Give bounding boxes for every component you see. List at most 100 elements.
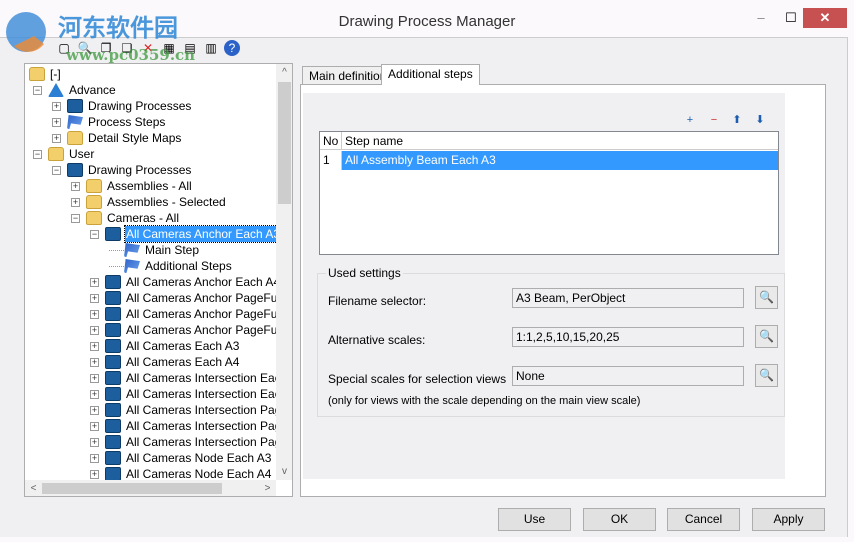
expand-icon[interactable]: +: [90, 437, 99, 447]
add-step-icon[interactable]: +: [683, 113, 697, 127]
proc-icon: [105, 307, 121, 321]
alternative-scales-field[interactable]: 1:1,2,5,10,15,20,25: [512, 327, 744, 347]
proc-icon: [105, 387, 121, 401]
additional-steps-panel: + − ⬆ ⬇ No Step name 1 All Assembly Beam…: [300, 84, 826, 497]
expand-icon[interactable]: +: [90, 389, 99, 399]
expand-icon[interactable]: +: [52, 101, 61, 111]
horizontal-scroll-thumb[interactable]: [42, 483, 222, 494]
grid-row[interactable]: 1 All Assembly Beam Each A3: [320, 151, 778, 170]
special-browse-button[interactable]: 🔍: [755, 364, 778, 387]
import-icon[interactable]: ▤: [182, 40, 198, 56]
expand-icon[interactable]: +: [71, 181, 80, 191]
process-icon[interactable]: ▦: [161, 40, 177, 56]
export-icon[interactable]: ▥: [203, 40, 219, 56]
tree-item[interactable]: + Assemblies - All: [71, 178, 193, 194]
tree-item[interactable]: + Detail Style Maps: [52, 130, 182, 146]
expand-icon[interactable]: +: [90, 453, 99, 463]
scales-browse-button[interactable]: 🔍: [755, 325, 778, 348]
tree-item[interactable]: + All Cameras Intersection PageFu: [90, 418, 292, 434]
cancel-button[interactable]: Cancel: [667, 508, 740, 531]
expand-icon[interactable]: +: [71, 197, 80, 207]
copy-icon[interactable]: ❐: [98, 40, 114, 56]
folder-icon: [86, 179, 102, 193]
help-icon[interactable]: ?: [224, 40, 240, 56]
maximize-button[interactable]: ☐: [776, 8, 806, 28]
expand-icon[interactable]: +: [90, 405, 99, 415]
preview-icon[interactable]: 🔍: [77, 40, 93, 56]
expand-icon[interactable]: +: [90, 309, 99, 319]
filename-browse-button[interactable]: 🔍: [755, 286, 778, 309]
new-icon[interactable]: ▢: [56, 40, 72, 56]
tree-item[interactable]: Main Step: [109, 242, 200, 258]
tree-item[interactable]: + Assemblies - Selected: [71, 194, 227, 210]
close-button[interactable]: ✕: [803, 8, 847, 28]
vertical-scroll-thumb[interactable]: [278, 82, 291, 204]
tree-item[interactable]: + All Cameras Intersection PageFu: [90, 434, 293, 450]
minimize-button[interactable]: –: [746, 8, 776, 28]
special-scales-field[interactable]: None: [512, 366, 744, 386]
expand-icon[interactable]: +: [90, 325, 99, 335]
tab-additional-steps[interactable]: Additional steps: [381, 64, 480, 85]
collapse-icon[interactable]: −: [90, 229, 99, 239]
ok-button[interactable]: OK: [583, 508, 656, 531]
proc-icon: [67, 99, 83, 113]
collapse-icon[interactable]: −: [33, 85, 42, 95]
expand-icon[interactable]: +: [90, 357, 99, 367]
tab-main-definition[interactable]: Main definition: [302, 66, 394, 84]
column-header-no[interactable]: No: [320, 132, 342, 150]
tree-item[interactable]: + All Cameras Intersection Each A: [90, 386, 292, 402]
expand-icon[interactable]: +: [52, 117, 61, 127]
tree-item[interactable]: + All Cameras Intersection PageFu: [90, 402, 292, 418]
tree-item[interactable]: − All Cameras Anchor Each A3: [90, 225, 283, 243]
steps-grid[interactable]: No Step name 1 All Assembly Beam Each A3: [319, 131, 779, 255]
move-down-icon[interactable]: ⬇: [753, 113, 767, 127]
move-up-icon[interactable]: ⬆: [730, 113, 744, 127]
tree-item-label: All Cameras Intersection PageFu: [126, 435, 293, 449]
use-button[interactable]: Use: [498, 508, 571, 531]
tree-item[interactable]: + Process Steps: [52, 114, 166, 130]
scroll-left-icon[interactable]: <: [25, 480, 42, 496]
tree-connector: [109, 265, 124, 267]
process-tree[interactable]: [-] − Advance + Drawing Processes + Process St…: [24, 63, 293, 497]
tree-item[interactable]: + Drawing Processes: [52, 98, 192, 114]
tree-item[interactable]: + All Cameras Intersection Each A: [90, 370, 292, 386]
scroll-down-icon[interactable]: v: [276, 463, 292, 480]
paste-icon[interactable]: ❏: [119, 40, 135, 56]
tree-item[interactable]: + All Cameras Anchor PageFull A1: [90, 306, 292, 322]
tree-item[interactable]: + All Cameras Anchor PageFull A0: [90, 290, 292, 306]
tree-item[interactable]: + All Cameras Each A4: [90, 354, 240, 370]
column-header-step-name[interactable]: Step name: [342, 132, 778, 150]
folder-icon: [67, 131, 83, 145]
expand-icon[interactable]: +: [90, 341, 99, 351]
expand-icon[interactable]: +: [90, 277, 99, 287]
tree-item[interactable]: Additional Steps: [109, 258, 233, 274]
remove-step-icon[interactable]: −: [707, 113, 721, 127]
tree-item[interactable]: − Drawing Processes: [52, 162, 192, 178]
scroll-up-icon[interactable]: ^: [276, 64, 292, 81]
tree-item-label: Main Step: [145, 243, 200, 257]
filename-selector-field[interactable]: A3 Beam, PerObject: [512, 288, 744, 308]
apply-button[interactable]: Apply: [752, 508, 825, 531]
tree-item[interactable]: + All Cameras Anchor Each A4: [90, 274, 281, 290]
expand-icon[interactable]: +: [90, 373, 99, 383]
scroll-right-icon[interactable]: >: [259, 480, 276, 496]
tree-item[interactable]: + All Cameras Anchor PageFull A2: [90, 322, 292, 338]
tree-item[interactable]: − Cameras - All: [71, 210, 180, 226]
tree-item[interactable]: + All Cameras Node Each A3: [90, 450, 272, 466]
collapse-icon[interactable]: −: [52, 165, 61, 175]
tree-item-label: Cameras - All: [107, 211, 180, 225]
collapse-icon[interactable]: −: [71, 213, 80, 223]
tree-item[interactable]: − Advance: [33, 82, 117, 98]
expand-icon[interactable]: +: [52, 133, 61, 143]
expand-icon[interactable]: +: [90, 421, 99, 431]
expand-icon[interactable]: +: [90, 469, 99, 479]
tree-item[interactable]: [-]: [29, 66, 62, 82]
tree-item[interactable]: − User: [33, 146, 95, 162]
delete-icon[interactable]: ✕: [140, 40, 156, 56]
flag-icon: [124, 259, 140, 273]
expand-icon[interactable]: +: [90, 293, 99, 303]
tree-item-label: All Cameras Node Each A3: [126, 451, 272, 465]
proc-icon: [105, 323, 121, 337]
tree-item[interactable]: + All Cameras Each A3: [90, 338, 240, 354]
collapse-icon[interactable]: −: [33, 149, 42, 159]
